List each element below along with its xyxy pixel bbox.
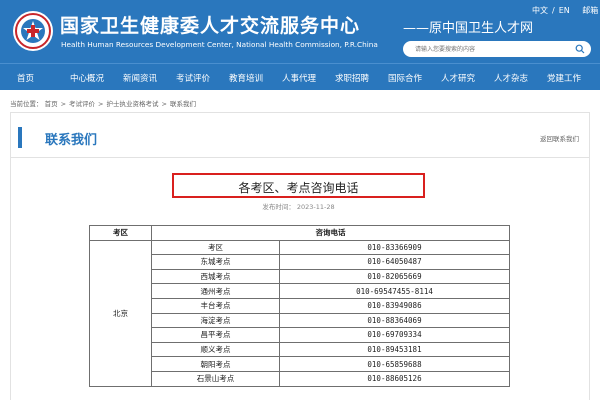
main-nav: 首页 中心概况 新闻资讯 考试评价 教育培训 人事代理 求职招聘 国际合作 人才… [0,63,600,90]
nav-research[interactable]: 人才研究 [441,72,475,84]
nav-jobs[interactable]: 求职招聘 [335,72,369,84]
header-phone: 咨询电话 [151,225,510,241]
phone-cell: 010-88605126 [279,370,510,387]
article-title-highlight: 各考区、考点咨询电话 [172,173,425,198]
content-panel: 联系我们 返回联系我们 各考区、考点咨询电话 发布时间： 2023-11-28 考… [10,112,590,400]
site-cell: 海淀考点 [151,312,280,329]
phone-cell: 010-88364069 [279,312,510,329]
publish-date-label: 发布时间： [262,203,295,211]
site-cell: 昌平考点 [151,327,280,343]
phone-cell: 010-89453181 [279,341,510,358]
search-box [403,41,591,57]
breadcrumb: 当前位置： 首页 > 考试评价 > 护士执业资格考试 > 联系我们 [10,98,196,108]
site-cell: 石景山考点 [151,370,280,387]
nav-party[interactable]: 党建工作 [547,72,581,84]
phone-cell: 010-83949086 [279,297,510,314]
panel-accent-bar [18,127,22,148]
site-cell: 顺义考点 [151,341,280,358]
nav-training[interactable]: 教育培训 [229,72,263,84]
table-row: 丰台考点 010-83949086 [90,297,510,314]
table-row: 朝阳考点 010-65859688 [90,356,510,372]
header-region: 考区 [89,225,152,241]
table-row: 昌平考点 010-69709334 [90,327,510,343]
contact-table: 考区 咨询电话 北京 考区 010-83366909 东城考点 010-6405… [89,225,510,387]
phone-cell: 010-69709334 [279,327,510,343]
language-switcher: 中文 / EN 邮箱 [532,5,600,16]
breadcrumb-home[interactable]: 首页 [45,100,58,108]
site-cell: 通州考点 [151,283,280,299]
publish-date-value: 2023-11-28 [296,203,335,211]
site-subtitle: Health Human Resources Development Cente… [61,40,378,49]
site-cell: 朝阳考点 [151,356,280,372]
breadcrumb-separator: > [60,100,67,108]
search-icon[interactable] [575,44,585,54]
back-link[interactable]: 返回联系我们 [540,133,579,143]
site-slogan: ——原中国卫生人才网 [403,21,534,36]
publish-date: 发布时间： 2023-11-28 [172,201,425,211]
breadcrumb-label: 当前位置： [10,100,43,108]
mailbox-link[interactable]: 邮箱 [582,6,598,15]
nav-personnel[interactable]: 人事代理 [282,72,316,84]
nav-exams[interactable]: 考试评价 [176,72,210,84]
table-row: 顺义考点 010-89453181 [90,341,510,358]
site-cell: 西城考点 [151,268,280,285]
panel-header: 联系我们 返回联系我们 [11,113,589,158]
table-row: 北京 考区 010-83366909 [89,239,510,387]
table-row: 通州考点 010-69547455-8114 [90,283,510,299]
phone-cell: 010-83366909 [279,239,510,256]
nav-international[interactable]: 国际合作 [388,72,422,84]
nav-about[interactable]: 中心概况 [70,72,104,84]
phone-cell: 010-64050487 [279,254,510,270]
article-title: 各考区、考点咨询电话 [238,181,359,195]
site-cell: 东城考点 [151,254,280,270]
breadcrumb-exams[interactable]: 考试评价 [69,100,95,108]
panel-title: 联系我们 [45,133,98,148]
region-cell: 北京 [89,239,152,387]
search-input[interactable] [415,43,565,55]
breadcrumb-contact[interactable]: 联系我们 [170,100,196,108]
phone-cell: 010-82065669 [279,268,510,285]
phone-cell: 010-65859688 [279,356,510,372]
phone-cell: 010-69547455-8114 [279,283,510,299]
breadcrumb-separator: > [98,100,104,108]
breadcrumb-nurse-exam[interactable]: 护士执业资格考试 [106,100,158,108]
table-header-row: 考区 咨询电话 [89,225,510,241]
nav-news[interactable]: 新闻资讯 [123,72,157,84]
site-cell: 考区 [151,239,280,256]
site-header: 国家卫生健康委人才交流服务中心 Health Human Resources D… [0,0,600,63]
site-logo-icon[interactable] [12,10,54,52]
table-row: 西城考点 010-82065669 [90,268,510,285]
breadcrumb-separator: > [161,100,167,108]
site-title: 国家卫生健康委人才交流服务中心 [60,15,361,37]
lang-zh-link[interactable]: 中文 [532,6,548,15]
nav-home[interactable]: 首页 [17,72,34,84]
lang-separator: / [552,6,555,15]
nav-magazine[interactable]: 人才杂志 [494,72,528,84]
site-cell: 丰台考点 [151,297,280,314]
table-row: 东城考点 010-64050487 [90,254,510,270]
table-row: 海淀考点 010-88364069 [90,312,510,329]
lang-en-link[interactable]: EN [559,6,570,15]
table-row: 石景山考点 010-88605126 [90,370,510,387]
